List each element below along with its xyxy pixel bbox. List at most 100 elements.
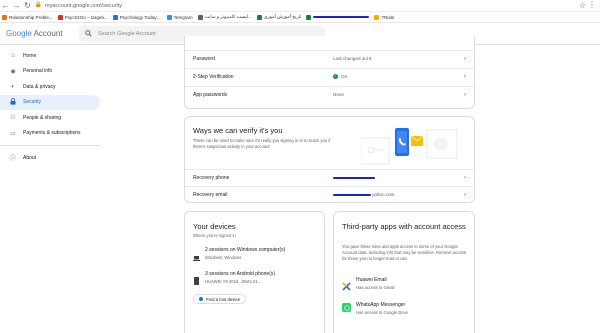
huawei-email-icon <box>342 278 351 296</box>
sidebar-item-label: Payments & subscriptions <box>23 130 81 137</box>
card-description: You gave these sites and apps access to … <box>342 244 466 261</box>
location-icon <box>199 297 203 301</box>
sidebar-item-label: People & sharing <box>23 114 62 121</box>
check-icon: ✓ <box>333 74 338 79</box>
search-icon <box>85 29 92 39</box>
bookmark-star-icon[interactable]: ☆ <box>579 1 586 10</box>
row-label: 2-Step Verification <box>193 73 234 80</box>
sidebar-item-data-privacy[interactable]: ◐ Data & privacy <box>0 79 100 95</box>
row-label: App passwords <box>193 91 228 98</box>
row-value: ✓ On <box>333 74 347 79</box>
app-detail: Has access to Gmail <box>356 285 395 290</box>
card-title: Your devices <box>193 222 236 231</box>
laptop-icon <box>193 249 200 267</box>
address-bar[interactable]: myaccount.google.com/security <box>45 3 122 9</box>
bookmark-label: 7Rials <box>381 14 395 20</box>
bookmark-favicon-icon <box>256 14 262 20</box>
sidebar-item-home[interactable]: ⌂ Home <box>0 48 100 64</box>
device-detail: HUAWEI Y9 2019, JKM-LX1,... <box>205 279 263 284</box>
bookmark-favicon-icon <box>374 14 380 20</box>
toggle-icon: ◐ <box>11 83 15 90</box>
bookmark-item[interactable]: لیست کامپیوتر و سایت... <box>197 14 252 20</box>
row-label: Password <box>193 55 215 62</box>
bookmark-item[interactable] <box>306 14 370 20</box>
row-label: Recovery email <box>193 191 228 198</box>
find-lost-device-button[interactable]: Find a lost device <box>193 294 247 304</box>
redacted-phone <box>333 176 375 179</box>
bookmark-favicon-icon <box>306 14 312 20</box>
lock-icon <box>9 97 17 107</box>
sidebar-item-people-sharing[interactable]: ⚇ People & sharing <box>0 110 100 126</box>
bookmark-label: Psych2Go – targeti... <box>64 14 108 20</box>
app-item[interactable]: WhatsApp Messenger Has access to Google … <box>342 300 472 320</box>
forward-icon[interactable]: → <box>11 0 22 11</box>
bookmark-favicon-icon <box>197 14 203 20</box>
sidebar-item-personal-info[interactable]: ◉ Personal info <box>0 64 100 80</box>
chevron-right-icon: › <box>464 174 466 181</box>
chevron-right-icon: › <box>464 191 466 198</box>
bookmark-favicon-icon <box>57 14 63 20</box>
device-name: 2 sessions on Windows computer(s) <box>205 247 286 253</box>
devices-card: Your devices Where you're signed in 2 se… <box>184 211 325 333</box>
bookmarks-bar: Relationship Proble... Psych2Go – targeti… <box>0 12 600 23</box>
row-value: None <box>333 92 344 97</box>
password-row[interactable]: Password Last changed Jul 8 › <box>185 50 474 66</box>
info-icon: ⓘ <box>9 156 16 163</box>
sidebar-item-label: About <box>23 154 37 161</box>
sidebar-divider <box>0 145 100 146</box>
bookmark-label: Telegram <box>173 14 193 20</box>
person-icon: ◉ <box>10 68 16 75</box>
search-input[interactable]: Search Google Account <box>98 31 156 37</box>
browser-menu-icon[interactable]: ⋮ <box>588 0 596 9</box>
app-passwords-row[interactable]: App passwords None › <box>185 86 474 102</box>
google-account-logo[interactable]: Google Account <box>6 29 62 38</box>
bookmark-item[interactable]: Psychology Today:... <box>112 14 162 20</box>
bookmark-favicon-icon <box>166 14 172 20</box>
app-item[interactable]: Huawei Email Has access to Gmail <box>342 275 472 295</box>
device-item[interactable]: 2 sessions on Windows computer(s) Window… <box>193 245 323 265</box>
sidebar-item-label: Home <box>23 52 37 59</box>
recovery-email-domain: yahoo.com <box>372 192 395 197</box>
device-detail: Windows, Windows <box>205 255 242 260</box>
bookmark-item[interactable]: 7Rials <box>374 14 395 20</box>
bookmark-item[interactable]: Psych2Go – targeti... <box>57 14 108 20</box>
card-description: These can be used to make sure it's real… <box>193 138 331 149</box>
lock-icon[interactable]: 🔒 <box>33 0 44 11</box>
row-value: yahoo.com <box>333 192 394 197</box>
phone-icon <box>194 272 199 290</box>
sidebar-item-security[interactable]: Security <box>0 94 100 110</box>
verify-illustration <box>360 126 461 168</box>
sidebar-item-label: Security <box>23 99 42 106</box>
recovery-email-row[interactable]: Recovery email yahoo.com › <box>185 186 474 202</box>
row-value <box>333 176 375 179</box>
row-label: Recovery phone <box>193 174 230 181</box>
bookmark-favicon-icon <box>112 14 118 20</box>
chevron-right-icon: › <box>464 91 466 98</box>
chevron-right-icon: › <box>464 73 466 80</box>
bookmark-label: تاریخ آموزش آموزی <box>263 14 302 19</box>
third-party-card: Third-party apps with account access You… <box>333 211 475 333</box>
sidebar-item-about[interactable]: ⓘ About <box>0 150 100 166</box>
sidebar-item-label: Personal info <box>23 68 53 75</box>
home-icon: ⌂ <box>11 52 15 59</box>
card-title: Third-party apps with account access <box>342 222 466 231</box>
sidebar: ⌂ Home ◉ Personal info ◐ Data & privacy … <box>0 48 100 166</box>
recovery-phone-row[interactable]: Recovery phone › <box>185 169 474 185</box>
logo-account: Account <box>33 29 63 38</box>
app-name: Huawei Email <box>356 277 387 283</box>
logo-google: Google <box>6 29 32 38</box>
reload-icon[interactable]: ↻ <box>22 0 33 11</box>
bookmark-label <box>313 16 370 18</box>
device-name: 3 sessions on Android phone(s) <box>205 271 276 277</box>
row-value: Last changed Jul 8 <box>333 56 372 61</box>
sidebar-item-payments[interactable]: ▭ Payments & subscriptions <box>0 126 100 142</box>
sidebar-item-label: Data & privacy <box>23 83 56 90</box>
app-name: WhatsApp Messenger <box>356 302 406 308</box>
bookmark-item[interactable]: تاریخ آموزش آموزی <box>256 14 302 20</box>
bookmark-item[interactable]: Telegram <box>166 14 193 20</box>
bookmark-item[interactable]: Relationship Proble... <box>2 14 53 20</box>
two-step-row[interactable]: 2-Step Verification ✓ On › <box>185 68 474 84</box>
bookmark-label: لیست کامپیوتر و سایت... <box>204 14 252 19</box>
back-icon[interactable]: ← <box>0 0 11 11</box>
device-item[interactable]: 3 sessions on Android phone(s) HUAWEI Y9… <box>193 269 323 289</box>
